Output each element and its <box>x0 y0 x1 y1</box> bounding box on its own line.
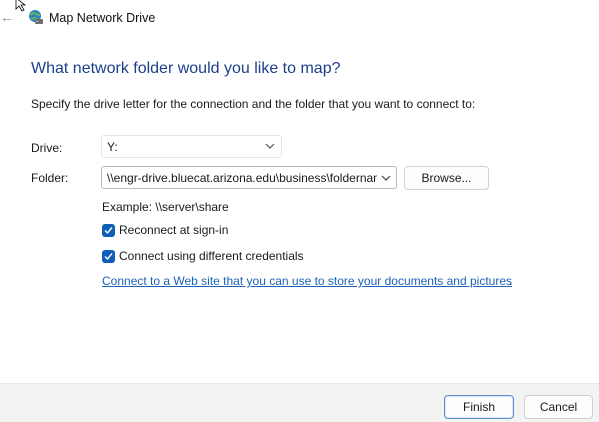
browse-button[interactable]: Browse... <box>404 166 489 190</box>
checkmark-icon <box>104 227 113 235</box>
title-bar: ← Map Network Drive <box>0 0 599 36</box>
instruction-text: Specify the drive letter for the connect… <box>31 97 476 111</box>
finish-button[interactable]: Finish <box>444 395 514 419</box>
page-heading: What network folder would you like to ma… <box>31 60 341 77</box>
window-title: Map Network Drive <box>49 11 156 25</box>
map-network-drive-dialog: ← Map Network Drive What network folder … <box>0 0 599 422</box>
dialog-footer: Finish Cancel <box>0 383 599 422</box>
drive-letter-value: Y: <box>107 140 118 154</box>
different-credentials-checkbox[interactable] <box>102 250 115 263</box>
cancel-button[interactable]: Cancel <box>524 395 593 419</box>
different-credentials-label: Connect using different credentials <box>119 249 304 263</box>
back-arrow-icon[interactable]: ← <box>0 8 14 26</box>
drive-label: Drive: <box>31 141 63 155</box>
web-site-link[interactable]: Connect to a Web site that you can use t… <box>102 274 512 288</box>
folder-label: Folder: <box>31 171 69 185</box>
chevron-down-icon[interactable] <box>381 174 391 182</box>
network-drive-icon <box>29 10 43 24</box>
folder-path-input[interactable]: \\engr-drive.bluecat.arizona.edu\busines… <box>101 166 397 189</box>
reconnect-label: Reconnect at sign-in <box>119 223 229 237</box>
folder-path-value: \\engr-drive.bluecat.arizona.edu\busines… <box>107 171 377 185</box>
chevron-down-icon <box>265 143 275 149</box>
drive-letter-select[interactable]: Y: <box>101 135 282 158</box>
example-text: Example: \\server\share <box>102 200 229 214</box>
mouse-cursor-icon <box>15 0 27 12</box>
checkmark-icon <box>104 253 113 261</box>
reconnect-checkbox[interactable] <box>102 224 115 237</box>
web-link-period: . <box>509 274 513 288</box>
